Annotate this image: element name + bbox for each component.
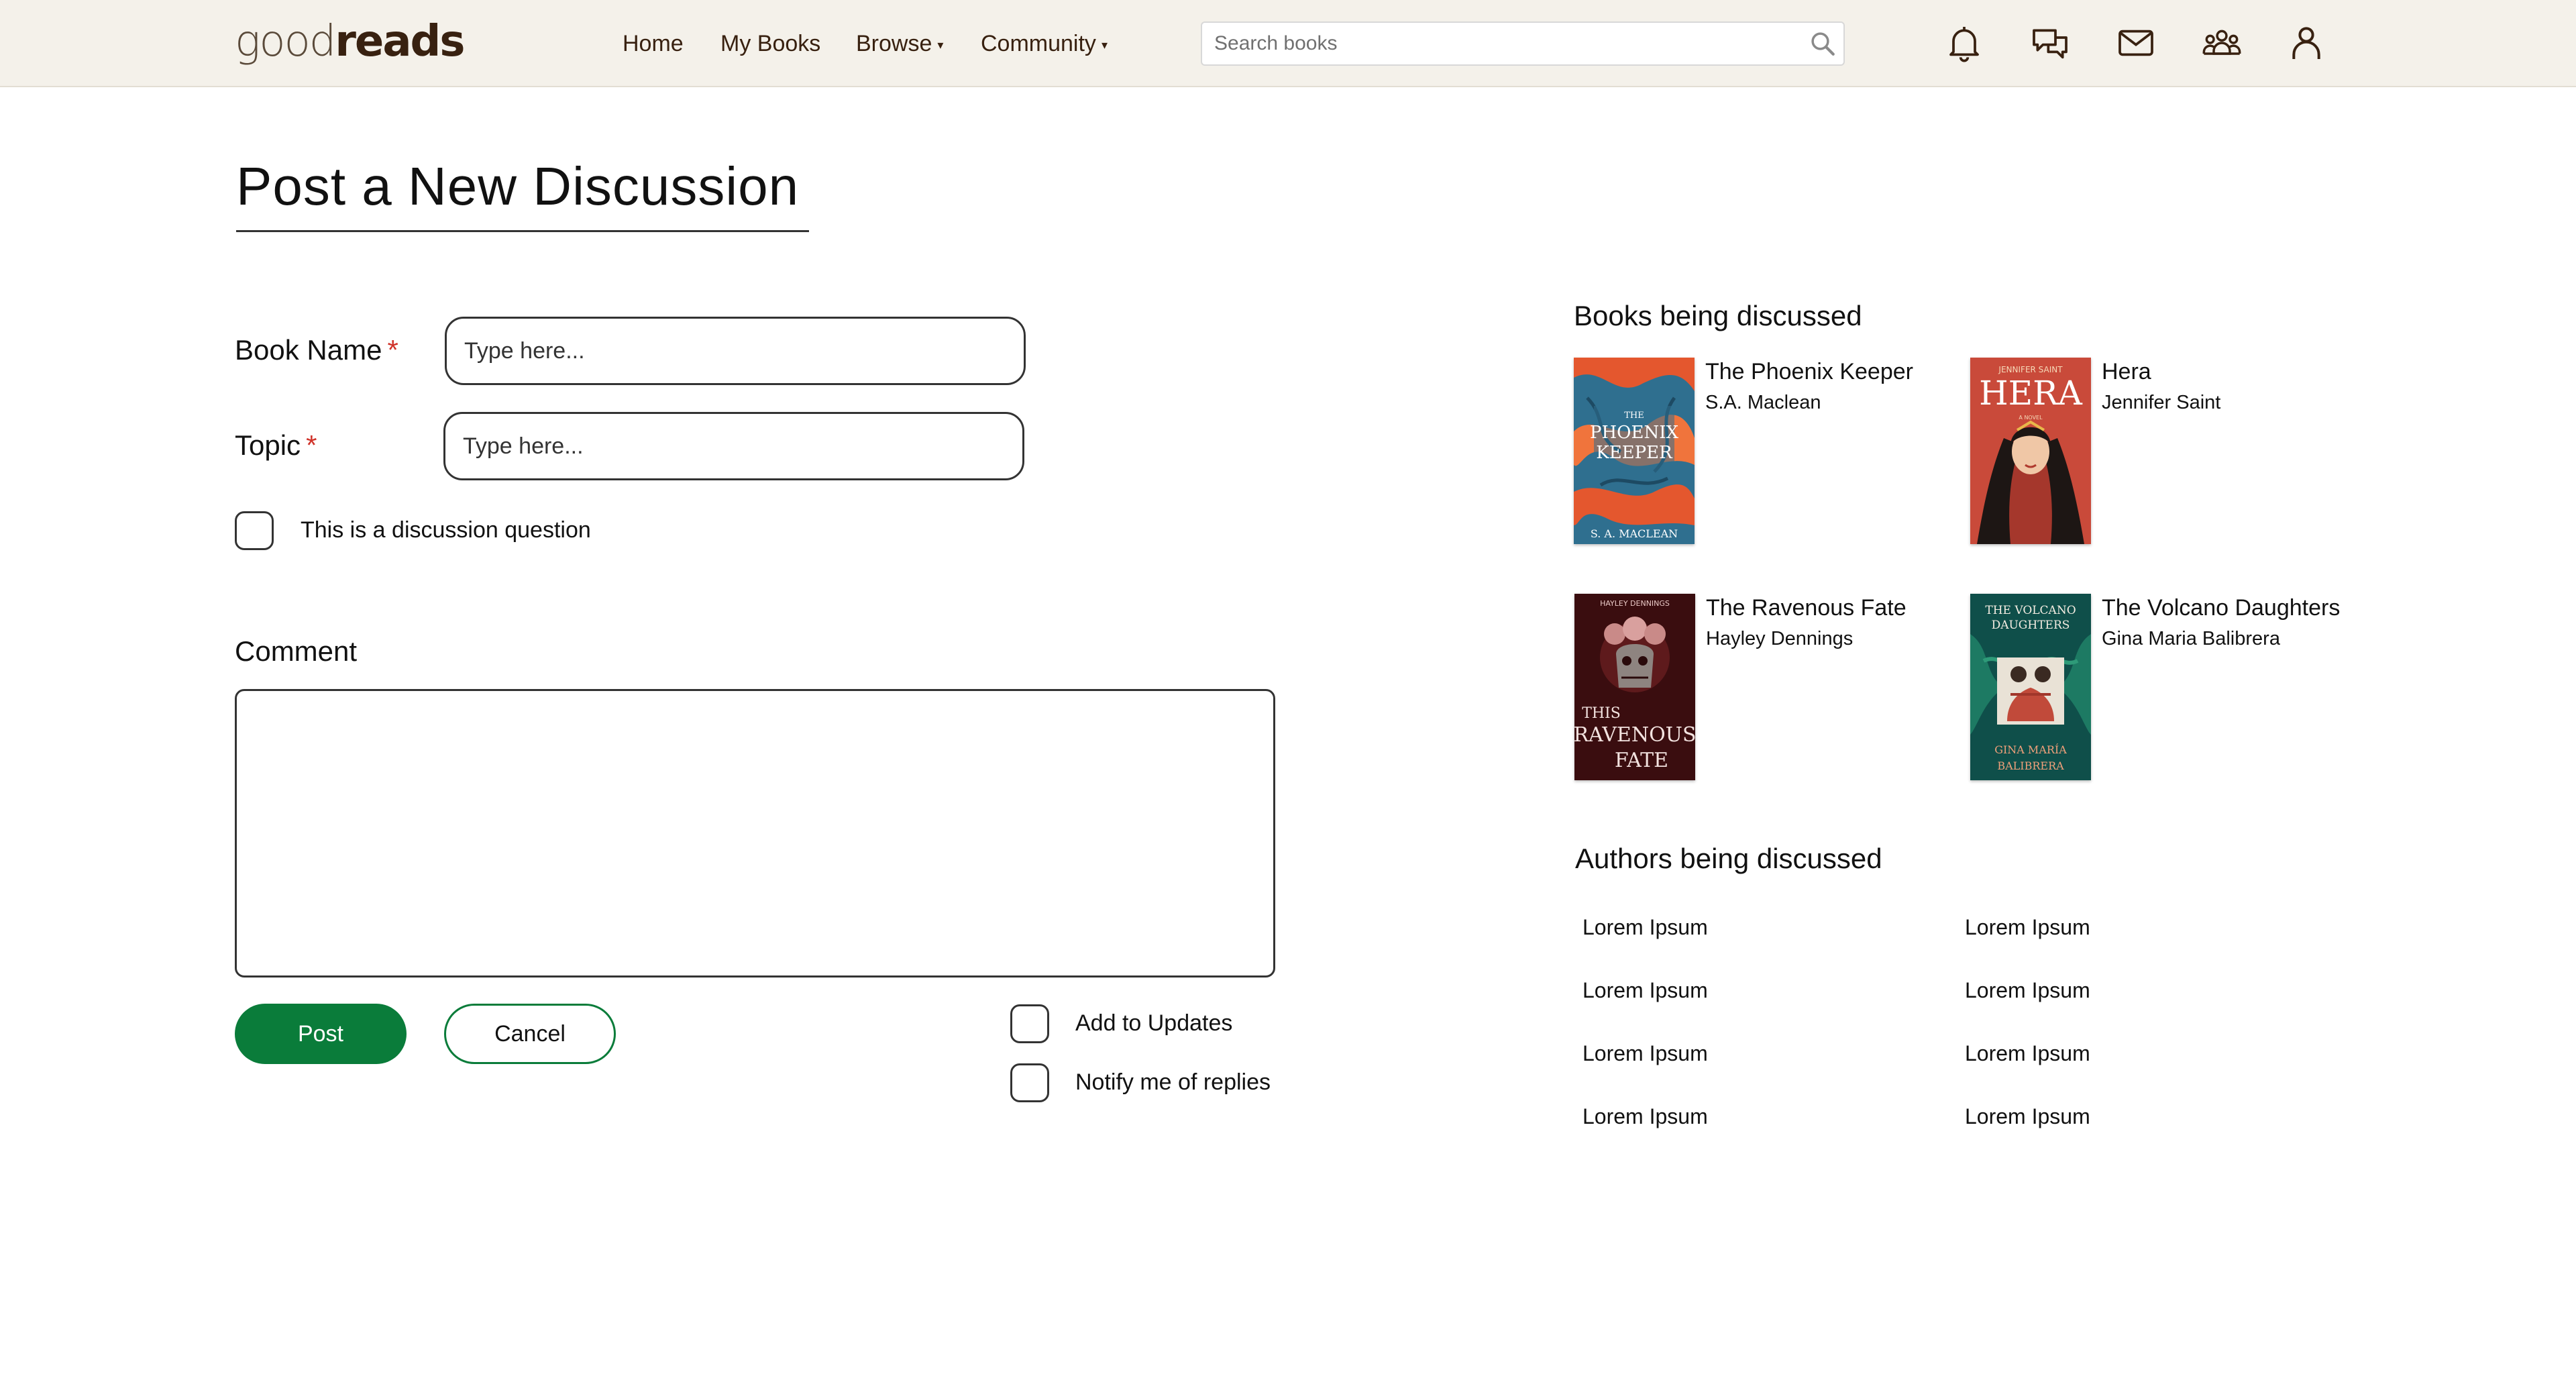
topic-label: Topic * [235,428,317,463]
book-card-volcano-daughters[interactable]: THE VOLCANO DAUGHTERS GINA MARÍA BALIBRE… [1970,594,2346,782]
top-navigation-bar: goodreads Home My Books Browse ▾ Communit… [0,0,2576,87]
cover-text: JENNIFER SAINT [1998,365,2063,374]
mail-icon[interactable] [2114,21,2157,64]
cover-text: KEEPER [1596,443,1673,463]
nav-community[interactable]: Community ▾ [981,29,1108,60]
book-card-phoenix-keeper[interactable]: THE PHOENIX KEEPER S. A. MACLEAN The Pho… [1574,358,1949,545]
goodreads-logo[interactable]: goodreads [235,15,465,68]
author-link[interactable]: Lorem Ipsum [1965,1102,2090,1130]
cover-text: THE [1624,411,1644,421]
title-underline [236,230,809,232]
bell-icon[interactable] [1943,21,1986,64]
search-input[interactable] [1202,23,1792,64]
topic-input[interactable] [443,412,1024,480]
book-cover-image: JENNIFER SAINT HERA A NOVEL [1970,358,2091,544]
post-button[interactable]: Post [235,1004,407,1064]
book-title: The Ravenous Fate [1706,595,1907,621]
search-bar [1201,21,1845,66]
add-to-updates-label: Add to Updates [1075,1010,1233,1036]
friends-icon[interactable] [2200,21,2243,64]
author-link[interactable]: Lorem Ipsum [1965,976,2090,1004]
author-link[interactable]: Lorem Ipsum [1582,913,1708,941]
required-asterisk: * [306,429,317,461]
nav-my-books[interactable]: My Books [720,29,820,58]
chevron-down-icon: ▾ [1101,38,1108,52]
cover-text: GINA MARÍA [1994,743,2067,756]
cover-text: FATE [1615,749,1668,772]
books-being-discussed-heading: Books being discussed [1574,300,1862,331]
authors-being-discussed-heading: Authors being discussed [1575,843,1882,874]
book-title: The Volcano Daughters [2102,595,2341,621]
book-name-label: Book Name * [235,333,398,368]
nav-my-books-label: My Books [720,31,821,56]
cover-text: BALIBRERA [1997,759,2064,772]
logo-text-reads: reads [335,17,465,66]
search-icon[interactable] [1809,30,1837,58]
author-link[interactable]: Lorem Ipsum [1582,1102,1708,1130]
cancel-button[interactable]: Cancel [444,1004,616,1064]
cover-text: DAUGHTERS [1992,619,2070,632]
cover-text: PHOENIX [1590,423,1678,443]
book-title: The Phoenix Keeper [1705,359,1913,384]
chat-icon[interactable] [2029,21,2072,64]
author-link[interactable]: Lorem Ipsum [1965,913,2090,941]
book-name-input[interactable] [445,317,1026,385]
page-title: Post a New Discussion [236,156,800,216]
comment-label: Comment [235,635,358,667]
book-cover-image: THE PHOENIX KEEPER S. A. MACLEAN [1574,358,1695,544]
cover-text: RAVENOUS [1574,723,1695,747]
add-to-updates-checkbox[interactable] [1010,1004,1049,1043]
cover-text: HERA [1979,374,2083,413]
cover-text: THIS [1582,705,1621,722]
cover-text: THE VOLCANO [1985,604,2076,617]
book-author: Jennifer Saint [2102,392,2221,413]
logo-text-good: good [235,17,336,66]
book-cover-image: THE VOLCANO DAUGHTERS GINA MARÍA BALIBRE… [1970,594,2091,780]
book-card-ravenous-fate[interactable]: HAYLEY DENNINGS THIS RAVENOUS FATE The R… [1574,594,1950,782]
cover-text: S. A. MACLEAN [1591,527,1678,540]
notify-replies-checkbox[interactable] [1010,1063,1049,1102]
nav-community-label: Community [981,31,1096,56]
required-asterisk: * [387,334,398,366]
book-author: Gina Maria Balibrera [2102,628,2280,649]
discussion-question-checkbox[interactable] [235,511,274,550]
nav-browse-label: Browse [856,31,932,56]
comment-textarea[interactable] [235,689,1275,977]
book-card-hera[interactable]: JENNIFER SAINT HERA A NOVEL Hera Jennife… [1970,358,2346,545]
nav-browse[interactable]: Browse ▾ [856,29,943,60]
cover-text: A NOVEL [2019,415,2043,421]
profile-icon[interactable] [2285,21,2328,64]
author-link[interactable]: Lorem Ipsum [1582,976,1708,1004]
book-author: S.A. Maclean [1705,392,1821,413]
author-link[interactable]: Lorem Ipsum [1965,1039,2090,1067]
topic-label-text: Topic [235,429,301,461]
cover-text: HAYLEY DENNINGS [1600,599,1670,608]
nav-home[interactable]: Home [623,29,684,58]
discussion-question-label: This is a discussion question [301,517,591,543]
nav-home-label: Home [623,31,684,56]
book-author: Hayley Dennings [1706,628,1854,649]
book-title: Hera [2102,359,2151,384]
book-cover-image: HAYLEY DENNINGS THIS RAVENOUS FATE [1574,594,1695,780]
author-link[interactable]: Lorem Ipsum [1582,1039,1708,1067]
chevron-down-icon: ▾ [937,38,944,52]
book-name-label-text: Book Name [235,334,382,366]
notify-replies-label: Notify me of replies [1075,1069,1271,1095]
